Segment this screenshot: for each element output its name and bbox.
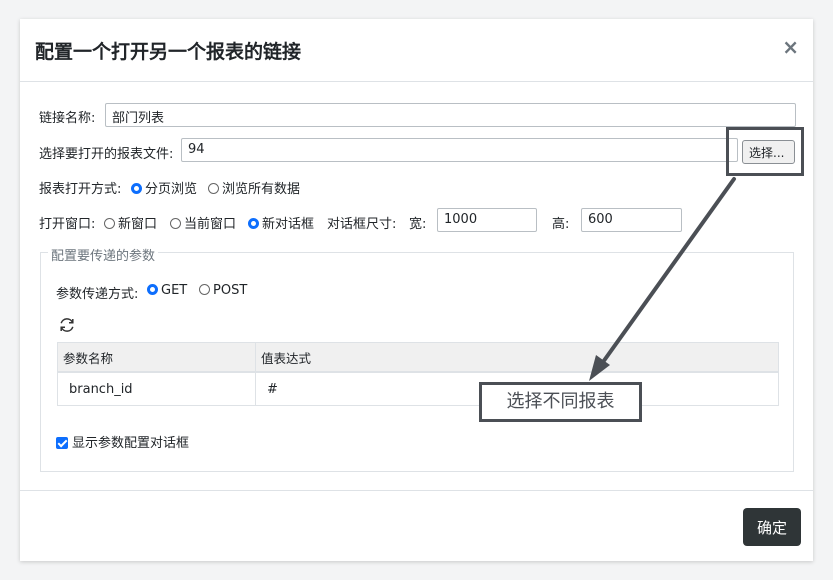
annotation-arrow-icon [589,177,736,381]
annotation-callout: 选择不同报表 [479,382,642,422]
link-config-dialog: 配置一个打开另一个报表的链接 × 链接名称: 部门列表 选择要打开的报表文件: … [20,19,813,561]
